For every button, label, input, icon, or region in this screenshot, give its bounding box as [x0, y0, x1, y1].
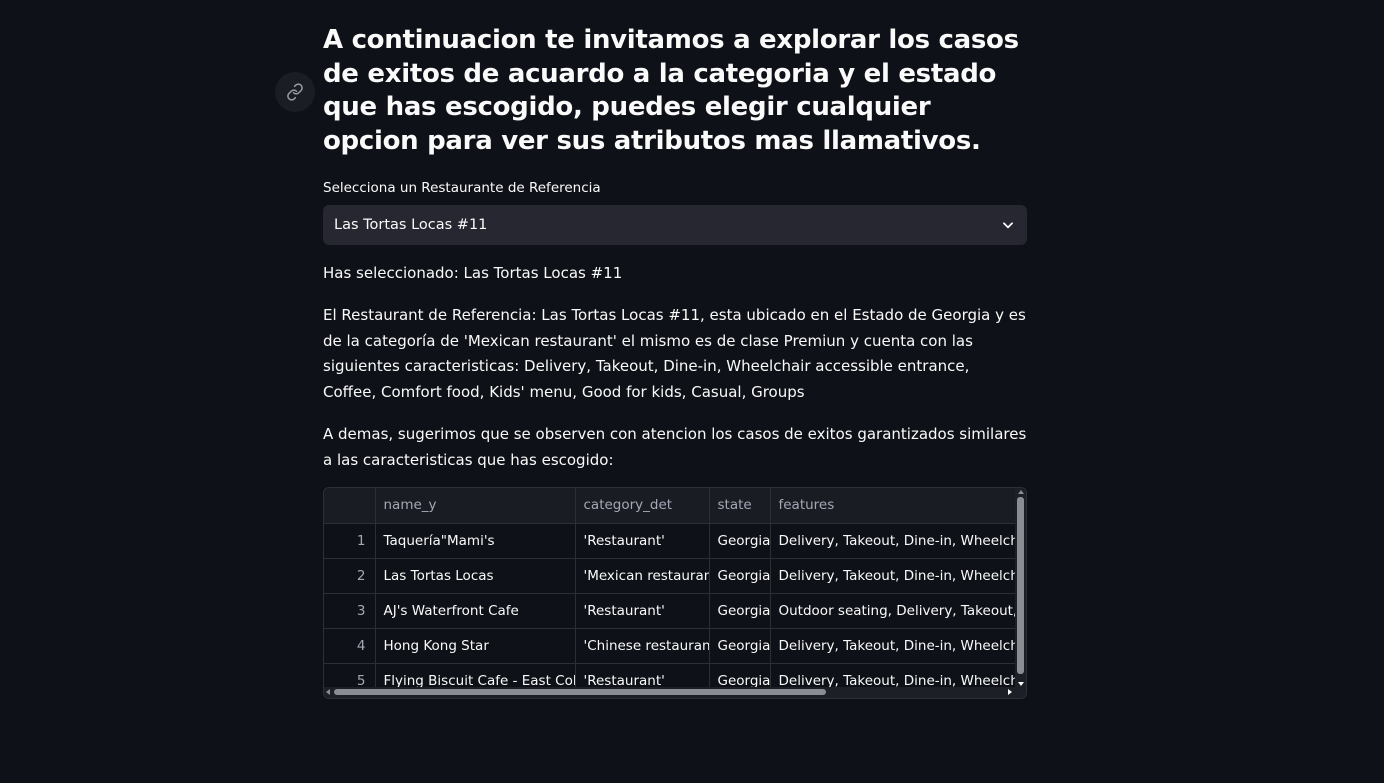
link-icon — [287, 83, 303, 101]
suggestion-text: A demas, sugerimos que se observen con a… — [323, 424, 1027, 469]
column-header-index — [324, 488, 376, 524]
column-header-category[interactable]: category_det — [575, 488, 710, 524]
cell-category[interactable]: 'Chinese restaurant' — [575, 628, 710, 664]
cell-features[interactable]: Delivery, Takeout, Dine-in, Wheelchair a… — [770, 558, 1026, 594]
selected-text: Has seleccionado: Las Tortas Locas #11 — [323, 264, 623, 282]
vertical-scroll-thumb[interactable] — [1017, 497, 1024, 674]
app-page: A continuacion te invitamos a explorar l… — [0, 0, 1384, 783]
cell-state[interactable]: Georgia — [709, 558, 771, 594]
cell-name[interactable]: AJ's Waterfront Cafe — [375, 593, 576, 629]
scroll-up-arrow[interactable] — [1018, 490, 1024, 494]
scroll-right-arrow[interactable] — [1008, 689, 1012, 695]
cell-features[interactable]: Outdoor seating, Delivery, Takeout, Whee — [770, 593, 1026, 629]
cell-features[interactable]: Delivery, Takeout, Dine-in, Wheelchair a… — [770, 523, 1026, 559]
anchor-link-button[interactable] — [275, 72, 315, 112]
cell-name[interactable]: Taquería"Mami's — [375, 523, 576, 559]
cell-state[interactable]: Georgia — [709, 523, 771, 559]
cell-state[interactable]: Georgia — [709, 593, 771, 629]
row-index: 3 — [324, 593, 376, 629]
restaurant-select[interactable]: Las Tortas Locas #11 — [323, 205, 1027, 245]
column-header-state[interactable]: state — [709, 488, 771, 524]
main-content: A continuacion te invitamos a explorar l… — [323, 0, 1027, 699]
vertical-scrollbar[interactable] — [1015, 488, 1026, 688]
cell-category[interactable]: 'Restaurant' — [575, 523, 710, 559]
row-index: 4 — [324, 628, 376, 664]
column-header-features[interactable]: features — [770, 488, 1026, 524]
cell-category[interactable]: 'Mexican restaurant' — [575, 558, 710, 594]
results-dataframe[interactable]: name_y category_det state features 1 Taq… — [323, 487, 1027, 699]
row-index: 2 — [324, 558, 376, 594]
table-row: 4 Hong Kong Star 'Chinese restaurant' Ge… — [324, 628, 1026, 664]
row-index: 1 — [324, 523, 376, 559]
select-value: Las Tortas Locas #11 — [334, 217, 488, 233]
table-header-row: name_y category_det state features — [324, 488, 1026, 524]
column-header-name[interactable]: name_y — [375, 488, 576, 524]
reference-description: El Restaurant de Referencia: Las Tortas … — [323, 305, 1026, 402]
table-row: 2 Las Tortas Locas 'Mexican restaurant' … — [324, 558, 1026, 594]
cell-name[interactable]: Hong Kong Star — [375, 628, 576, 664]
scroll-left-arrow[interactable] — [326, 689, 330, 695]
chevron-down-icon — [1003, 222, 1013, 229]
cell-features[interactable]: Delivery, Takeout, Dine-in, Wheelchair a… — [770, 628, 1026, 664]
cell-state[interactable]: Georgia — [709, 628, 771, 664]
horizontal-scroll-thumb[interactable] — [334, 689, 826, 695]
cell-name[interactable]: Las Tortas Locas — [375, 558, 576, 594]
scroll-down-arrow[interactable] — [1018, 682, 1024, 686]
table-row: 3 AJ's Waterfront Cafe 'Restaurant' Geor… — [324, 593, 1026, 629]
page-heading: A continuacion te invitamos a explorar l… — [323, 25, 1019, 156]
results-table: name_y category_det state features 1 Taq… — [324, 488, 1026, 698]
table-row: 1 Taquería"Mami's 'Restaurant' Georgia D… — [324, 523, 1026, 559]
horizontal-scrollbar[interactable] — [324, 687, 1026, 698]
select-label: Selecciona un Restaurante de Referencia — [323, 180, 601, 196]
cell-category[interactable]: 'Restaurant' — [575, 593, 710, 629]
